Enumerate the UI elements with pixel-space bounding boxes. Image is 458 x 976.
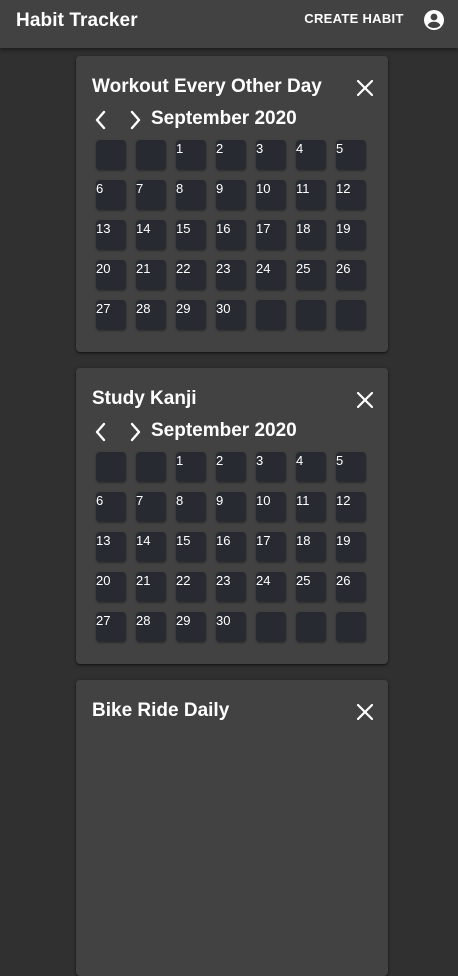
calendar-day[interactable]: 15 [176,220,206,250]
chevron-left-icon[interactable] [92,421,110,443]
habit-title: Bike Ride Daily [92,700,230,721]
calendar-day[interactable]: 3 [256,140,286,170]
calendar-day[interactable]: 25 [296,260,326,290]
calendar-day[interactable]: 17 [256,220,286,250]
month-label: September 2020 [151,420,297,441]
calendar-empty-cell [96,452,126,482]
calendar-day[interactable]: 24 [256,572,286,602]
close-icon[interactable] [354,389,376,411]
calendar-day[interactable]: 10 [256,492,286,522]
calendar-day[interactable]: 16 [216,220,246,250]
calendar-day[interactable]: 1 [176,140,206,170]
calendar-day[interactable]: 29 [176,612,206,642]
calendar-day[interactable]: 26 [336,260,366,290]
calendar-day[interactable]: 6 [96,492,126,522]
calendar-day[interactable]: 30 [216,300,246,330]
calendar-day[interactable]: 21 [136,572,166,602]
close-icon[interactable] [354,77,376,99]
calendar-day[interactable]: 25 [296,572,326,602]
chevron-right-icon[interactable] [126,109,144,131]
calendar-day[interactable]: 13 [96,220,126,250]
calendar-day[interactable]: 10 [256,180,286,210]
calendar-day[interactable]: 19 [336,532,366,562]
habit-card: Bike Ride Daily [76,680,388,976]
habit-title: Workout Every Other Day [92,76,322,97]
calendar-day[interactable]: 7 [136,492,166,522]
calendar-empty-cell [336,300,366,330]
app-title: Habit Tracker [16,10,138,31]
calendar-day[interactable]: 14 [136,220,166,250]
calendar-day[interactable]: 3 [256,452,286,482]
habit-feed: Workout Every Other Day September 2020 1… [0,48,458,976]
calendar-day[interactable]: 11 [296,492,326,522]
calendar-empty-cell [96,140,126,170]
calendar-day[interactable]: 12 [336,180,366,210]
calendar-day[interactable]: 5 [336,452,366,482]
habit-card: Study Kanji September 2020 1 2 3 4 5 6 7 8 9 10 11… [76,368,388,664]
calendar-day[interactable]: 17 [256,532,286,562]
calendar-day[interactable]: 22 [176,572,206,602]
calendar-day[interactable]: 6 [96,180,126,210]
calendar-day[interactable]: 12 [336,492,366,522]
calendar-day[interactable]: 9 [216,180,246,210]
app-bar: Habit Tracker CREATE HABIT [0,0,458,48]
calendar-day[interactable]: 19 [336,220,366,250]
calendar-day[interactable]: 27 [96,300,126,330]
calendar-day[interactable]: 8 [176,492,206,522]
calendar-day[interactable]: 2 [216,140,246,170]
calendar-empty-cell [296,612,326,642]
chevron-right-icon[interactable] [126,421,144,443]
calendar-day[interactable]: 1 [176,452,206,482]
calendar-day[interactable]: 18 [296,220,326,250]
calendar-day[interactable]: 22 [176,260,206,290]
close-icon[interactable] [354,701,376,723]
chevron-left-icon[interactable] [92,109,110,131]
calendar-day[interactable]: 23 [216,260,246,290]
calendar-day[interactable]: 15 [176,532,206,562]
habit-title: Study Kanji [92,388,197,409]
calendar-empty-cell [136,140,166,170]
calendar-empty-cell [256,300,286,330]
calendar-empty-cell [136,452,166,482]
calendar-day[interactable]: 9 [216,492,246,522]
calendar-day[interactable]: 29 [176,300,206,330]
calendar-grid: 1 2 3 4 5 6 7 8 9 10 11 12 13 14 15 16 17 18 19 20 21 22 23 24 2… [96,140,366,330]
calendar-day[interactable]: 18 [296,532,326,562]
account-circle-icon[interactable] [422,8,446,32]
calendar-day[interactable]: 16 [216,532,246,562]
calendar-day[interactable]: 23 [216,572,246,602]
calendar-day[interactable]: 30 [216,612,246,642]
calendar-day[interactable]: 7 [136,180,166,210]
calendar-day[interactable]: 5 [336,140,366,170]
calendar-day[interactable]: 21 [136,260,166,290]
calendar-day[interactable]: 20 [96,572,126,602]
calendar-empty-cell [336,612,366,642]
habit-card: Workout Every Other Day September 2020 1… [76,56,388,352]
calendar-grid: 1 2 3 4 5 6 7 8 9 10 11 12 13 14 15 16 17 18 19 20 21 22 23 24 2… [96,452,366,642]
calendar-empty-cell [256,612,286,642]
create-habit-button[interactable]: CREATE HABIT [296,8,412,30]
calendar-day[interactable]: 24 [256,260,286,290]
calendar-day[interactable]: 4 [296,140,326,170]
calendar-day[interactable]: 8 [176,180,206,210]
calendar-empty-cell [296,300,326,330]
calendar-day[interactable]: 11 [296,180,326,210]
calendar-day[interactable]: 20 [96,260,126,290]
month-label: September 2020 [151,108,297,129]
calendar-day[interactable]: 26 [336,572,366,602]
calendar-day[interactable]: 28 [136,300,166,330]
calendar-day[interactable]: 4 [296,452,326,482]
calendar-day[interactable]: 28 [136,612,166,642]
calendar-day[interactable]: 14 [136,532,166,562]
calendar-day[interactable]: 2 [216,452,246,482]
calendar-day[interactable]: 27 [96,612,126,642]
calendar-day[interactable]: 13 [96,532,126,562]
